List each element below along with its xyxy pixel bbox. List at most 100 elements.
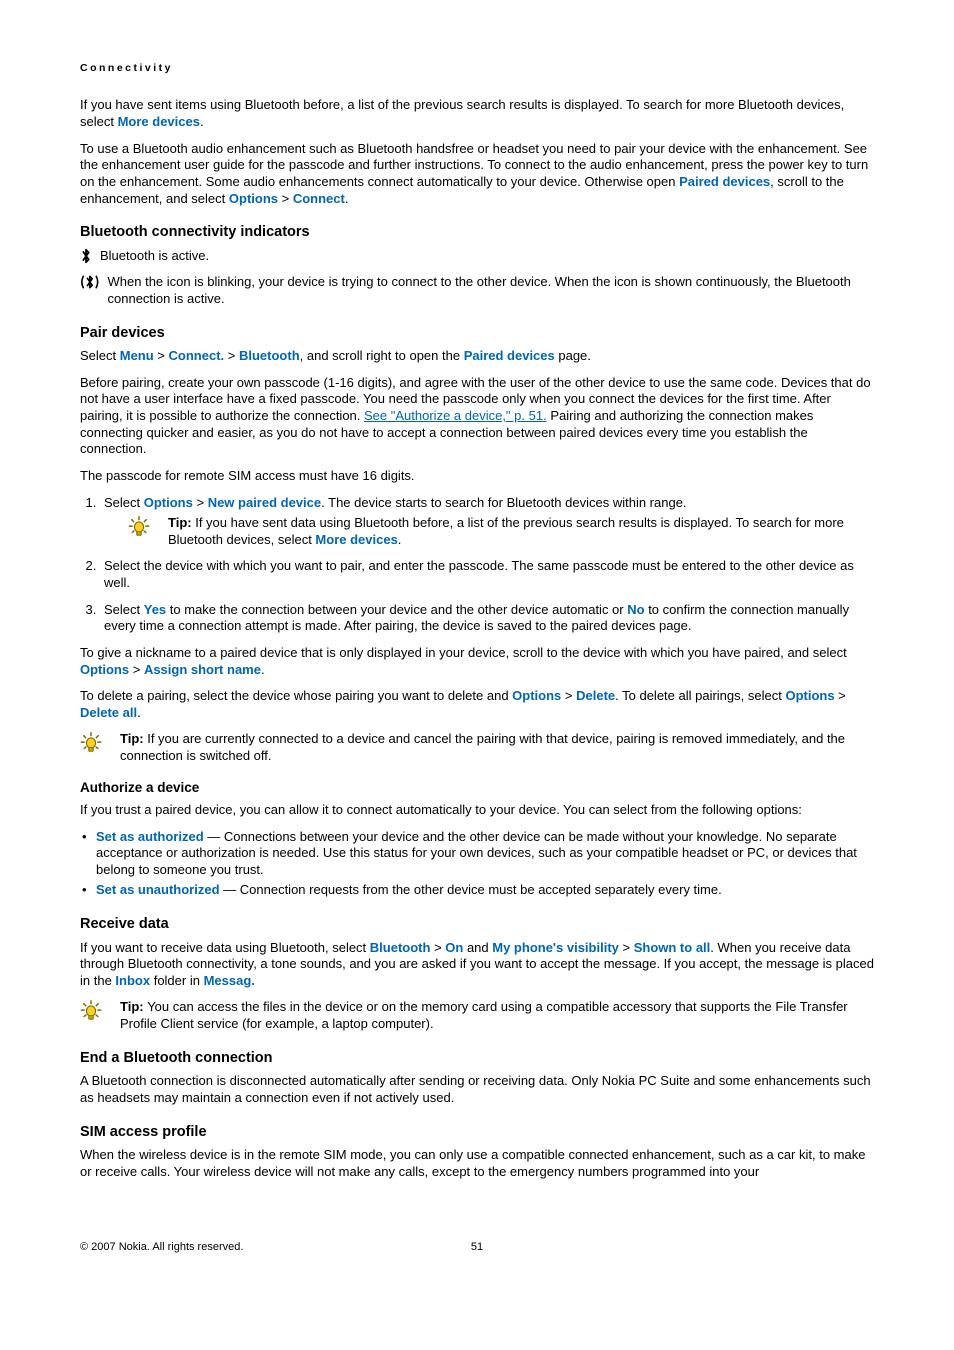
text: to make the connection between your devi… (166, 602, 627, 617)
text: To delete a pairing, select the device w… (80, 688, 512, 703)
set-unauthorized-link[interactable]: Set as unauthorized (96, 882, 220, 897)
options-link[interactable]: Options (229, 191, 278, 206)
auth-heading: Authorize a device (80, 779, 874, 796)
page-number: 51 (471, 1240, 483, 1254)
options-link[interactable]: Options (512, 688, 561, 703)
text: Select (104, 495, 144, 510)
pair-select: Select Menu > Connect. > Bluetooth, and … (80, 348, 874, 365)
text: . (137, 705, 141, 720)
tip-label: Tip: (120, 999, 147, 1014)
copyright: © 2007 Nokia. All rights reserved. (80, 1240, 243, 1254)
no-link[interactable]: No (627, 602, 644, 617)
pair-p2: Before pairing, create your own passcode… (80, 375, 874, 458)
end-heading: End a Bluetooth connection (80, 1049, 874, 1068)
connect-link[interactable]: Connect (293, 191, 345, 206)
delete-all-link[interactable]: Delete all (80, 705, 137, 720)
paired-devices-link[interactable]: Paired devices (464, 348, 555, 363)
connect-link[interactable]: Connect. (169, 348, 225, 363)
bluetooth-link[interactable]: Bluetooth (239, 348, 300, 363)
intro-p2: To use a Bluetooth audio enhancement suc… (80, 141, 874, 208)
text: — Connection requests from the other dev… (220, 882, 722, 897)
tip-text: Tip: You can access the files in the dev… (120, 999, 874, 1032)
text: . (345, 191, 349, 206)
list-item: Select the device with which you want to… (100, 558, 874, 591)
pair-p3: The passcode for remote SIM access must … (80, 468, 874, 485)
text: — Connections between your device and th… (96, 829, 857, 877)
separator: > (193, 495, 208, 510)
bci-heading: Bluetooth connectivity indicators (80, 223, 874, 242)
bluetooth-link[interactable]: Bluetooth (370, 940, 431, 955)
separator: > (129, 662, 144, 677)
breadcrumb: Connectivity (80, 62, 874, 75)
bt-blinking-row: When the icon is blinking, your device i… (80, 274, 874, 307)
options-link[interactable]: Options (80, 662, 129, 677)
text: page. (555, 348, 591, 363)
text: Select (104, 602, 144, 617)
tip-icon (128, 516, 150, 538)
text: If you are currently connected to a devi… (120, 731, 845, 763)
shown-to-all-link[interactable]: Shown to all (634, 940, 711, 955)
bluetooth-paren-icon (80, 274, 100, 290)
more-devices-link[interactable]: More devices (315, 532, 397, 547)
more-devices-link[interactable]: More devices (118, 114, 200, 129)
visibility-link[interactable]: My phone's visibility (492, 940, 619, 955)
sim-p: When the wireless device is in the remot… (80, 1147, 874, 1180)
separator: > (224, 348, 239, 363)
text: If you have sent data using Bluetooth be… (168, 515, 844, 547)
separator: > (561, 688, 576, 703)
list-item: Set as authorized — Connections between … (80, 829, 874, 879)
set-authorized-link[interactable]: Set as authorized (96, 829, 204, 844)
text: . The device starts to search for Blueto… (321, 495, 686, 510)
intro-p1: If you have sent items using Bluetooth b… (80, 97, 874, 130)
menu-link[interactable]: Menu (120, 348, 154, 363)
text: . (200, 114, 204, 129)
tip-row: Tip: If you are currently connected to a… (80, 731, 874, 764)
text: Select (80, 348, 120, 363)
text: . To delete all pairings, select (615, 688, 785, 703)
list-item: Select Yes to make the connection betwee… (100, 602, 874, 635)
tip-row: Tip: If you have sent data using Bluetoo… (128, 515, 874, 548)
new-paired-device-link[interactable]: New paired device (208, 495, 321, 510)
auth-options: Set as authorized — Connections between … (80, 829, 874, 900)
text: folder in (150, 973, 203, 988)
messag-link[interactable]: Messag. (204, 973, 255, 988)
assign-short-name-link[interactable]: Assign short name (144, 662, 261, 677)
tip-text: Tip: If you have sent data using Bluetoo… (168, 515, 874, 548)
recv-p1: If you want to receive data using Blueto… (80, 940, 874, 990)
recv-heading: Receive data (80, 915, 874, 934)
separator: > (835, 688, 846, 703)
authorize-crossref[interactable]: See "Authorize a device," p. 51. (364, 408, 547, 423)
tip-icon (80, 1000, 102, 1022)
end-p: A Bluetooth connection is disconnected a… (80, 1073, 874, 1106)
separator: > (619, 940, 634, 955)
text: You can access the files in the device o… (120, 999, 848, 1031)
on-link[interactable]: On (445, 940, 463, 955)
tip-label: Tip: (168, 515, 195, 530)
bt-blinking-text: When the icon is blinking, your device i… (108, 274, 874, 307)
yes-link[interactable]: Yes (144, 602, 166, 617)
separator: > (154, 348, 169, 363)
list-item: Select Options > New paired device. The … (100, 495, 874, 549)
options-link[interactable]: Options (144, 495, 193, 510)
tip-icon (80, 732, 102, 754)
tip-text: Tip: If you are currently connected to a… (120, 731, 874, 764)
auth-p1: If you trust a paired device, you can al… (80, 802, 874, 819)
delete-link[interactable]: Delete (576, 688, 615, 703)
paired-devices-link[interactable]: Paired devices (679, 174, 770, 189)
text: . (261, 662, 265, 677)
pair-steps: Select Options > New paired device. The … (80, 495, 874, 635)
text: , and scroll right to open the (300, 348, 464, 363)
list-item: Set as unauthorized — Connection request… (80, 882, 874, 899)
text: and (463, 940, 492, 955)
options-link[interactable]: Options (785, 688, 834, 703)
footer: © 2007 Nokia. All rights reserved. 51 (80, 1240, 874, 1254)
bt-active-text: Bluetooth is active. (100, 248, 209, 265)
text: . (398, 532, 402, 547)
sim-heading: SIM access profile (80, 1123, 874, 1142)
inbox-link[interactable]: Inbox (115, 973, 150, 988)
tip-label: Tip: (120, 731, 147, 746)
bluetooth-icon (80, 248, 92, 264)
separator: > (278, 191, 293, 206)
text: To give a nickname to a paired device th… (80, 645, 847, 660)
delete-p: To delete a pairing, select the device w… (80, 688, 874, 721)
